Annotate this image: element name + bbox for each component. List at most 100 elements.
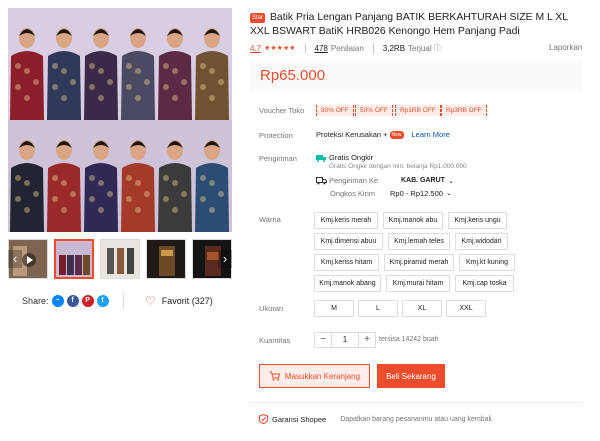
shipping-cost-value[interactable]: Rp0 - Rp12.500	[390, 189, 443, 198]
rating-row: 4.7 ★★★★★ 478 Penilaian 3,2RB Terjual ⓘ	[250, 42, 580, 54]
voucher-chip[interactable]: Rp1RB OFF	[395, 105, 441, 116]
batik-pattern-dot	[24, 207, 30, 213]
batik-shirt	[47, 163, 81, 232]
thumbnail-2[interactable]	[54, 239, 94, 279]
batik-pattern-dot	[107, 79, 113, 85]
batik-models-photo	[8, 8, 232, 232]
size-option[interactable]: L	[358, 300, 398, 317]
batik-pattern-dot	[218, 191, 224, 197]
color-option[interactable]: Kmj.keris merah	[314, 212, 378, 229]
size-label: Ukuran	[259, 304, 284, 313]
batik-pattern-dot	[135, 95, 141, 101]
thumbnail-prev-arrow[interactable]: ‹	[8, 250, 22, 268]
batik-pattern-dot	[126, 196, 132, 202]
messenger-icon[interactable]: ~	[51, 295, 64, 307]
batik-pattern-dot	[126, 84, 132, 90]
color-option[interactable]: Kmj.keris ungu	[448, 212, 507, 229]
batik-shirt	[10, 163, 44, 232]
ship-to-row: Pengiriman Ke KAB. GARUT ⌄	[316, 176, 454, 185]
guarantee-name[interactable]: Garansi Shopee	[272, 415, 326, 424]
thumbnail-4[interactable]	[146, 239, 186, 279]
color-option[interactable]: Kmj.kt kuning	[459, 254, 515, 271]
info-icon[interactable]: ⓘ	[434, 43, 441, 53]
new-badge: New	[389, 130, 404, 139]
rating-stars-icon: ★★★★★	[264, 45, 296, 52]
reviews-label: Penilaian	[330, 43, 364, 53]
batik-pattern-dot	[89, 175, 95, 181]
buy-now-button[interactable]: Beli Sekarang	[377, 364, 445, 388]
color-option[interactable]: Kmj.murai hitam	[386, 275, 450, 292]
batik-pattern-dot	[126, 63, 132, 69]
batik-pattern-dot	[209, 95, 215, 101]
facebook-icon[interactable]: f	[66, 295, 79, 307]
heart-icon: ♡	[145, 294, 156, 308]
batik-pattern-dot	[52, 84, 58, 90]
favorite-button[interactable]: ♡ Favorit (327)	[145, 295, 213, 307]
report-link[interactable]: Laporkan	[549, 43, 582, 52]
voucher-chip[interactable]: Rp3RB OFF	[441, 105, 487, 116]
batik-pattern-dot	[209, 180, 215, 186]
chevron-down-icon[interactable]: ⌄	[448, 177, 454, 185]
color-option[interactable]: Kmj.widodari	[455, 233, 508, 250]
batik-pattern-dot	[181, 191, 187, 197]
batik-pattern-dot	[15, 175, 21, 181]
stock-text: tersisa 14242 buah	[379, 336, 439, 343]
batik-shirt	[158, 51, 192, 120]
batik-pattern-dot	[52, 63, 58, 69]
size-option[interactable]: XXL	[446, 300, 486, 317]
batik-shirt	[84, 163, 118, 232]
color-option[interactable]: Kmj.keriss hitam	[314, 254, 379, 271]
batik-pattern-dot	[33, 191, 39, 197]
protection-row: Proteksi Kerusakan + New Learn More	[316, 130, 450, 139]
batik-pattern-dot	[172, 180, 178, 186]
quantity-input[interactable]: 1	[332, 332, 358, 348]
ship-to-label: Pengiriman Ke	[329, 176, 379, 185]
batik-pattern-dot	[89, 84, 95, 90]
main-product-image[interactable]	[8, 8, 232, 232]
product-price: Rp65.000	[260, 67, 326, 84]
learn-more-link[interactable]: Learn More	[412, 130, 450, 139]
share-divider	[123, 293, 124, 309]
batik-pattern-dot	[172, 207, 178, 213]
quantity-minus-button[interactable]: −	[314, 332, 332, 348]
protection-label: Protection	[259, 131, 293, 140]
thumbnail-3[interactable]	[100, 239, 140, 279]
chevron-down-icon[interactable]: ⌄	[446, 189, 452, 198]
batik-pattern-dot	[200, 196, 206, 202]
batik-pattern-dot	[15, 84, 21, 90]
color-option[interactable]: Kmj.cap toska	[455, 275, 514, 292]
batik-shirt	[195, 51, 229, 120]
batik-pattern-dot	[98, 95, 104, 101]
voucher-chip[interactable]: 50% OFF	[355, 105, 393, 116]
rating-value[interactable]: 4.7	[250, 44, 261, 53]
size-option[interactable]: XL	[402, 300, 442, 317]
batik-pattern-dot	[15, 63, 21, 69]
batik-pattern-dot	[163, 196, 169, 202]
pinterest-icon[interactable]: P	[81, 295, 94, 307]
voucher-chip[interactable]: 80% OFF	[316, 105, 354, 116]
batik-pattern-dot	[89, 63, 95, 69]
quantity-stepper: − 1 +	[314, 332, 376, 348]
size-option[interactable]: M	[314, 300, 354, 317]
twitter-icon[interactable]: t	[96, 295, 109, 307]
add-to-cart-button[interactable]: Masukkan Keranjang	[259, 364, 370, 388]
batik-pattern-dot	[24, 95, 30, 101]
thumbnail-next-arrow[interactable]: ›	[218, 250, 232, 268]
color-option[interactable]: Kmj.piramid merah	[384, 254, 454, 271]
quantity-plus-button[interactable]: +	[358, 332, 376, 348]
reviews-count[interactable]: 478	[315, 44, 328, 53]
color-option[interactable]: Kmj.lemah teles	[388, 233, 450, 250]
color-option[interactable]: Kmj.dimensi abuu	[314, 233, 383, 250]
batik-pattern-dot	[181, 79, 187, 85]
batik-pattern-dot	[52, 196, 58, 202]
ship-to-value[interactable]: KAB. GARUT	[401, 177, 445, 184]
batik-pattern-dot	[15, 196, 21, 202]
price-box: Rp65.000	[250, 60, 582, 92]
batik-pattern-dot	[209, 207, 215, 213]
color-option[interactable]: Kmj.manok abu	[383, 212, 443, 229]
batik-pattern-dot	[172, 95, 178, 101]
batik-shirt	[47, 51, 81, 120]
color-option[interactable]: Kmj.manok abang	[314, 275, 381, 292]
batik-pattern-dot	[163, 175, 169, 181]
product-title: Batik Pria Lengan Panjang BATIK BERKAHTU…	[250, 12, 568, 37]
